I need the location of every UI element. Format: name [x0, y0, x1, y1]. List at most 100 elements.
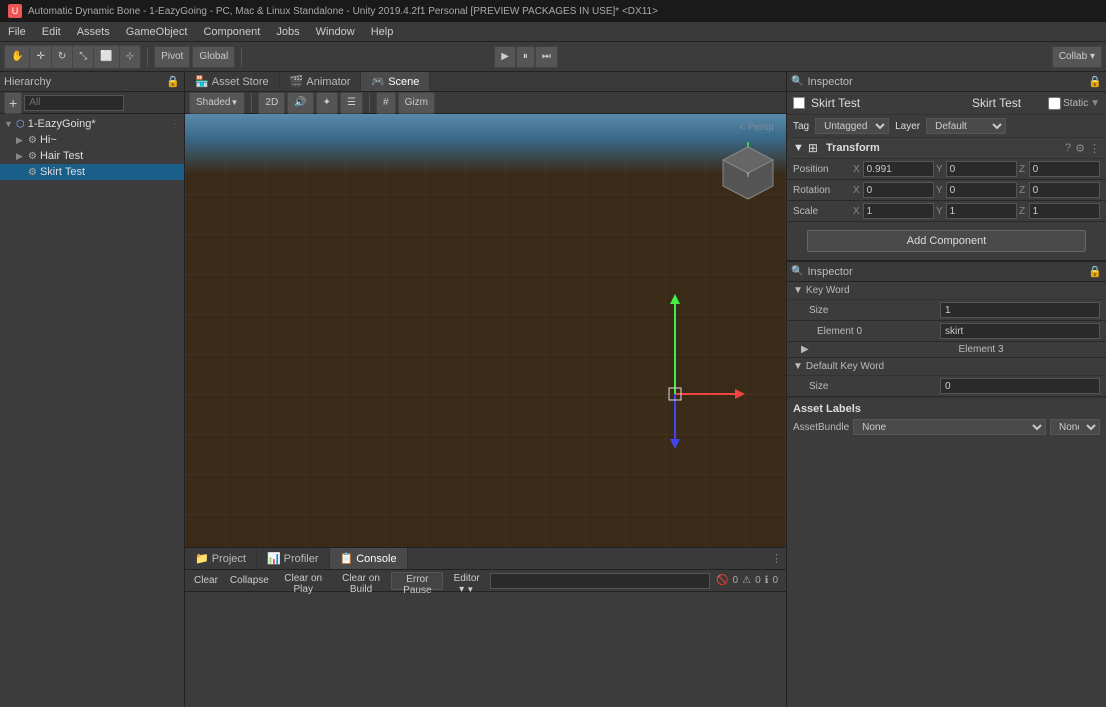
static-checkbox[interactable] — [1048, 97, 1061, 110]
asset-bundle-select[interactable]: None — [853, 419, 1046, 435]
transform-header[interactable]: ▼ ⊞ Transform ? ⚙ ⋮ — [787, 138, 1106, 159]
position-x-input[interactable] — [863, 161, 934, 177]
static-label: Static — [1063, 98, 1088, 109]
hierarchy-add-button[interactable]: + — [4, 92, 22, 114]
tab-asset-store[interactable]: 🏪 Asset Store — [185, 72, 280, 91]
asset-bundle-row: AssetBundle None None — [793, 417, 1100, 437]
pivot-button[interactable]: Pivot — [154, 46, 190, 68]
global-button[interactable]: Global — [192, 46, 235, 68]
title-bar: U Automatic Dynamic Bone - 1-EazyGoing -… — [0, 0, 1106, 22]
hierarchy-item-menu[interactable]: ⋮ — [170, 119, 180, 130]
menu-edit[interactable]: Edit — [34, 22, 69, 41]
static-dropdown[interactable]: ▼ — [1090, 98, 1100, 109]
tag-select[interactable]: Untagged — [815, 118, 889, 134]
transform-tool[interactable]: ⊹ — [120, 46, 140, 68]
gizmos-button[interactable]: Gizm — [398, 92, 435, 114]
rotation-y-input[interactable] — [946, 182, 1017, 198]
overflow-icon[interactable]: ⋮ — [1089, 142, 1100, 155]
menu-jobs[interactable]: Jobs — [268, 22, 307, 41]
rotation-z-input[interactable] — [1029, 182, 1100, 198]
menu-window[interactable]: Window — [308, 22, 363, 41]
hierarchy-item-skirt[interactable]: ▶ ⚙ Skirt Test — [0, 164, 184, 180]
tab-animator[interactable]: 🎬 Animator — [280, 72, 362, 91]
add-component-button[interactable]: Add Component — [807, 230, 1086, 252]
move-tool[interactable]: ✛ — [30, 46, 51, 68]
scale-y-input[interactable] — [946, 203, 1017, 219]
settings-icon[interactable]: ⚙ — [1075, 142, 1085, 155]
arrow-icon: ▶ — [16, 135, 28, 146]
transform-arrow: ▼ — [793, 142, 804, 154]
static-section: Static ▼ — [1048, 97, 1100, 110]
position-z-input[interactable] — [1029, 161, 1100, 177]
object-name-field[interactable] — [811, 96, 966, 110]
rect-tool[interactable]: ⬜ — [94, 46, 119, 68]
default-keyword-size-input[interactable] — [940, 378, 1100, 394]
tab-project[interactable]: 📁 Project — [185, 548, 257, 569]
collapse-button[interactable]: Collapse — [225, 572, 274, 590]
clear-on-build-button[interactable]: Clear on Build — [333, 572, 390, 590]
rotation-x-input[interactable] — [863, 182, 934, 198]
persp-label: < Persp — [739, 122, 774, 133]
inspector-bottom-lock[interactable]: 🔒 — [1088, 265, 1102, 278]
layer-select[interactable]: Default — [926, 118, 1006, 134]
rotation-label: Rotation — [793, 185, 853, 196]
position-y-input[interactable] — [946, 161, 1017, 177]
tab-console[interactable]: 📋 Console — [330, 548, 408, 569]
object-active-checkbox[interactable] — [793, 97, 805, 109]
menu-help[interactable]: Help — [363, 22, 402, 41]
console-options[interactable]: ⋮ — [767, 552, 786, 565]
menu-component[interactable]: Component — [195, 22, 268, 41]
x-label: X — [853, 164, 862, 175]
scene-viewport[interactable]: < Persp Y — [185, 114, 786, 547]
element3-arrow[interactable]: ▶ — [793, 344, 943, 355]
tag-label: Tag — [793, 121, 809, 132]
inspector-icon: 🔍 — [791, 76, 803, 87]
tab-profiler[interactable]: 📊 Profiler — [257, 548, 330, 569]
grid-button[interactable]: # — [376, 92, 396, 114]
default-keyword-header[interactable]: ▼ Default Key Word — [793, 361, 1100, 372]
inspector-header-top: 🔍 Inspector 🔒 — [787, 72, 1106, 92]
fx-button[interactable]: ✦ — [316, 92, 338, 114]
audio-button[interactable]: 🔊 — [287, 92, 313, 114]
play-button[interactable]: ▶ — [494, 46, 516, 68]
menu-assets[interactable]: Assets — [69, 22, 118, 41]
hierarchy-item-hi[interactable]: ▶ ⚙ Hi~ — [0, 132, 184, 148]
x-label: X — [853, 206, 862, 217]
console-icon: 📋 — [340, 552, 354, 565]
main-toolbar: ✋ ✛ ↻ ⤡ ⬜ ⊹ Pivot Global ▶ ⏸ ⏭ Collab ▾ — [0, 42, 1106, 72]
tab-scene[interactable]: 🎮 Scene — [361, 72, 430, 91]
rotate-tool[interactable]: ↻ — [52, 46, 73, 68]
clear-on-play-button[interactable]: Clear on Play — [276, 572, 331, 590]
keyword-element0-input[interactable] — [940, 323, 1100, 339]
scene-options[interactable]: ☰ — [340, 92, 363, 114]
2d-button[interactable]: 2D — [258, 92, 285, 114]
step-button[interactable]: ⏭ — [535, 46, 558, 68]
editor-dropdown[interactable]: Editor ▾ — [445, 572, 488, 590]
warning-icon: ⚠ — [742, 575, 751, 586]
console-search-input[interactable] — [490, 573, 710, 589]
asset-bundle-select2[interactable]: None — [1050, 419, 1100, 435]
hierarchy-item-root[interactable]: ▼ ⬡ 1-EazyGoing* ⋮ — [0, 116, 184, 132]
bottom-tabs: 📁 Project 📊 Profiler 📋 Console ⋮ — [185, 548, 786, 570]
scale-z-input[interactable] — [1029, 203, 1100, 219]
error-pause-button[interactable]: Error Pause — [391, 572, 443, 590]
inspector-lock-icon[interactable]: 🔒 — [1088, 75, 1102, 88]
hierarchy-item-hair[interactable]: ▶ ⚙ Hair Test — [0, 148, 184, 164]
scene-toolbar: Shaded 2D 🔊 ✦ ☰ # Gizm — [185, 92, 786, 114]
menu-file[interactable]: File — [0, 22, 34, 41]
hierarchy-item-label: Skirt Test — [40, 166, 85, 178]
keyword-size-input[interactable] — [940, 302, 1100, 318]
hierarchy-lock-icon[interactable]: 🔒 — [166, 75, 180, 88]
pause-button[interactable]: ⏸ — [516, 46, 535, 68]
hierarchy-search-input[interactable] — [24, 95, 124, 111]
menu-gameobject[interactable]: GameObject — [118, 22, 196, 41]
shading-dropdown[interactable]: Shaded — [189, 92, 245, 114]
clear-button[interactable]: Clear — [189, 572, 223, 590]
scale-x-input[interactable] — [863, 203, 934, 219]
scale-tool[interactable]: ⤡ — [73, 46, 94, 68]
hand-tool[interactable]: ✋ — [5, 46, 30, 68]
collab-button[interactable]: Collab ▾ — [1052, 46, 1102, 68]
arrow-icon: ▶ — [16, 151, 28, 162]
keyword-section-header[interactable]: ▼ Key Word — [793, 285, 1100, 296]
help-icon[interactable]: ? — [1065, 142, 1071, 155]
